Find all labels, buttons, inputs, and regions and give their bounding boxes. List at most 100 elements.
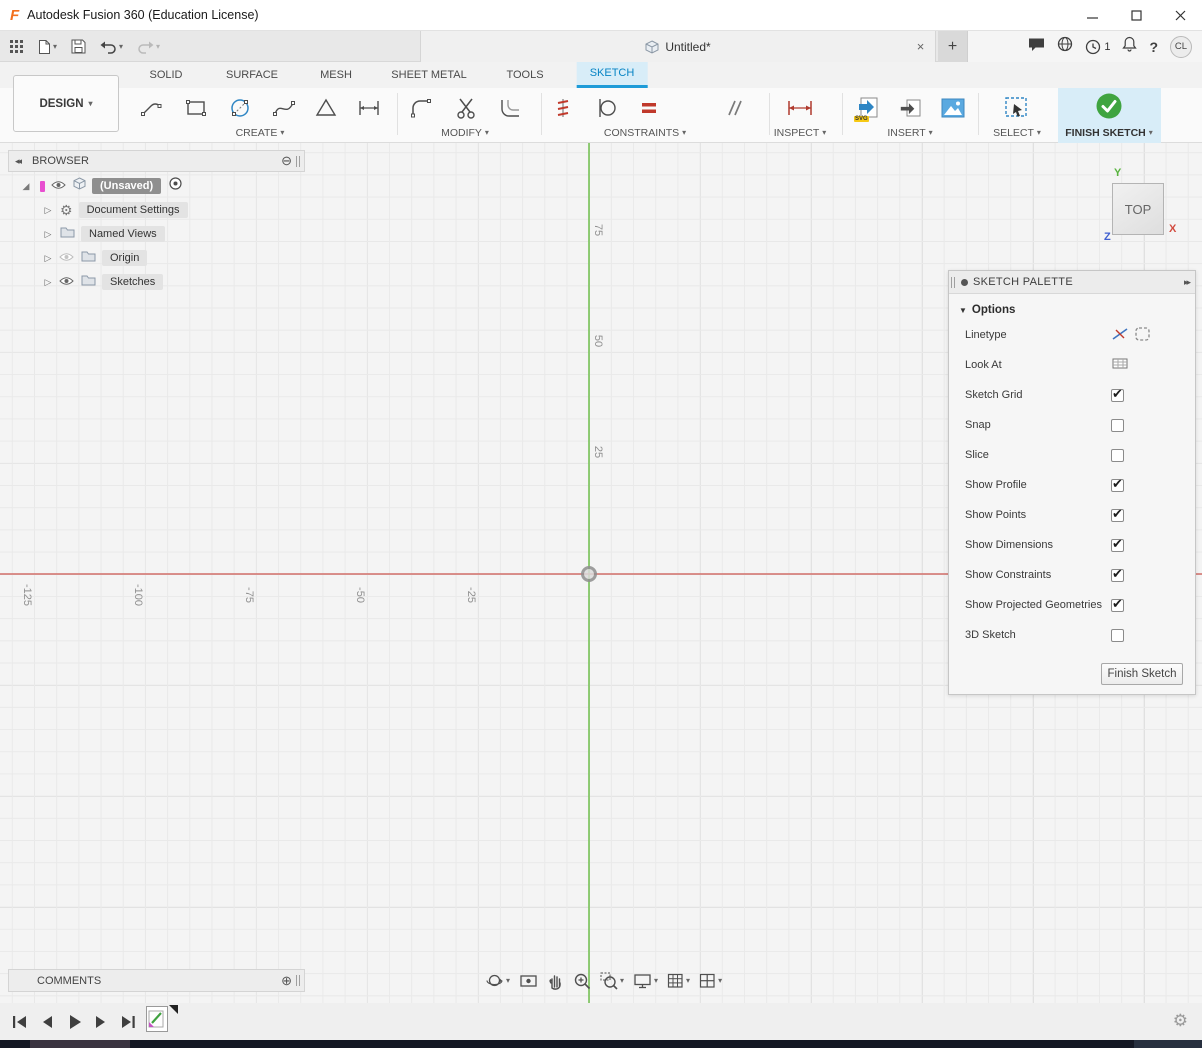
finish-sketch-dropdown[interactable]: FINISH SKETCH ▾ [1065,127,1153,139]
show-points-checkbox[interactable] [1111,509,1124,522]
online-status-button[interactable] [1057,36,1073,57]
tab-tools[interactable]: TOOLS [493,62,556,88]
zoom-button[interactable] [570,969,594,993]
visibility-eye-off-icon[interactable] [59,249,74,267]
modify-group-dropdown[interactable]: MODIFY ▾ [441,127,489,139]
create-group-dropdown[interactable]: CREATE ▾ [236,127,285,139]
insert-svg-tool[interactable]: SVG [851,91,885,125]
visibility-eye-icon[interactable] [51,177,66,195]
display-settings-button[interactable]: ▾ [630,969,661,993]
expander-icon[interactable]: ▷ [42,253,54,264]
palette-grip-handle[interactable] [951,277,955,288]
redo-button[interactable]: ▾ [131,34,166,60]
view-cube-top-face[interactable]: TOP [1112,183,1164,235]
job-status-button[interactable]: 1 [1085,39,1110,55]
tab-surface[interactable]: SURFACE [213,62,291,88]
close-tab-icon[interactable]: × [912,38,929,55]
activate-radio[interactable] [169,177,182,195]
play-button[interactable] [64,1012,84,1032]
go-to-end-button[interactable] [118,1012,138,1032]
line-tool[interactable] [135,91,169,125]
spline-tool[interactable] [267,91,301,125]
parallel-constraint-tool[interactable] [717,91,751,125]
file-menu-button[interactable]: ▾ [32,34,63,60]
tree-item-label[interactable]: Document Settings [79,202,188,218]
browser-grip-handle[interactable] [296,156,300,167]
show-dimensions-checkbox[interactable] [1111,539,1124,552]
tree-row-document[interactable]: ◢ (Unsaved) [8,174,308,198]
coincident-constraint-tool[interactable] [546,91,580,125]
browser-header[interactable]: ◂◂ BROWSER ⊖ [8,150,305,172]
construction-line-button[interactable] [1111,326,1129,345]
snap-checkbox[interactable] [1111,419,1124,432]
timeline-playhead[interactable] [169,1005,178,1014]
tree-row-origin[interactable]: ▷ Origin [8,246,308,270]
help-button[interactable]: ? [1149,39,1158,55]
expander-icon[interactable]: ▷ [42,205,54,216]
tab-sketch[interactable]: SKETCH [577,62,648,88]
tree-row-document-settings[interactable]: ▷ ⚙ Document Settings [8,198,308,222]
tangent-constraint-tool[interactable] [589,91,623,125]
comments-bar[interactable]: COMMENTS ⊕ [8,969,305,992]
sketch-palette-header[interactable]: SKETCH PALETTE ▸▸ [949,271,1195,294]
grid-settings-button[interactable]: ▾ [664,969,693,993]
fillet-tool[interactable] [404,91,438,125]
notifications-button[interactable] [1122,36,1137,57]
maximize-button[interactable] [1114,0,1158,30]
slice-checkbox[interactable] [1111,449,1124,462]
undo-button[interactable]: ▾ [94,34,129,60]
tree-row-sketches[interactable]: ▷ Sketches [8,270,308,294]
timeline-sketch-feature[interactable] [146,1006,168,1032]
centerline-button[interactable] [1134,326,1152,345]
step-forward-button[interactable] [91,1012,111,1032]
expander-icon[interactable]: ▷ [42,277,54,288]
tab-mesh[interactable]: MESH [307,62,365,88]
go-to-beginning-button[interactable] [10,1012,30,1032]
show-constraints-checkbox[interactable] [1111,569,1124,582]
zoom-window-button[interactable]: ▾ [597,969,627,993]
insert-group-dropdown[interactable]: INSERT ▾ [887,127,932,139]
app-grid-button[interactable] [4,34,30,60]
3d-sketch-checkbox[interactable] [1111,629,1124,642]
expanded-icon[interactable]: ◢ [20,181,32,192]
document-name[interactable]: (Unsaved) [92,178,161,194]
orbit-button[interactable]: ▾ [482,969,513,993]
finish-sketch-button[interactable] [1092,89,1126,123]
comments-grip-handle[interactable] [296,975,300,986]
polygon-tool[interactable] [309,91,343,125]
tree-item-label[interactable]: Sketches [102,274,163,290]
tree-item-label[interactable]: Named Views [81,226,165,242]
sketch-grid-checkbox[interactable] [1111,389,1124,402]
options-section-header[interactable]: ▼ Options [949,294,1195,320]
pan-button[interactable] [544,969,567,993]
add-comment-icon[interactable]: ⊕ [281,973,292,989]
sketch-dimension-tool[interactable] [352,91,386,125]
measure-tool[interactable] [783,91,817,125]
view-cube[interactable]: TOP Y Z X [1098,165,1188,249]
origin-point[interactable] [581,566,597,582]
insert-dxf-tool[interactable] [894,91,928,125]
minimize-button[interactable] [1070,0,1114,30]
select-group-dropdown[interactable]: SELECT ▾ [993,127,1041,139]
show-profile-checkbox[interactable] [1111,479,1124,492]
collapse-browser-icon[interactable]: ◂◂ [15,156,20,167]
circle-tool[interactable] [223,91,257,125]
new-tab-button[interactable]: + [938,31,968,62]
tab-sheet-metal[interactable]: SHEET METAL [378,62,479,88]
attached-canvas-tool[interactable] [936,91,970,125]
viewports-button[interactable]: ▾ [696,969,725,993]
workspace-selector[interactable]: DESIGN ▾ [13,75,119,132]
step-back-button[interactable] [37,1012,57,1032]
tree-row-named-views[interactable]: ▷ Named Views [8,222,308,246]
tree-item-label[interactable]: Origin [102,250,147,266]
user-avatar[interactable]: CL [1170,36,1192,58]
finish-sketch-palette-button[interactable]: Finish Sketch [1101,663,1183,685]
constraints-group-dropdown[interactable]: CONSTRAINTS ▾ [604,127,686,139]
rectangle-tool[interactable] [179,91,213,125]
collapse-palette-icon[interactable]: ▸▸ [1184,277,1189,288]
document-tab[interactable]: Untitled* × [420,31,936,62]
look-at-button[interactable] [1111,356,1129,374]
timeline-gear-icon[interactable]: ⚙ [1173,1011,1188,1031]
close-button[interactable] [1158,0,1202,30]
tab-solid[interactable]: SOLID [136,62,195,88]
